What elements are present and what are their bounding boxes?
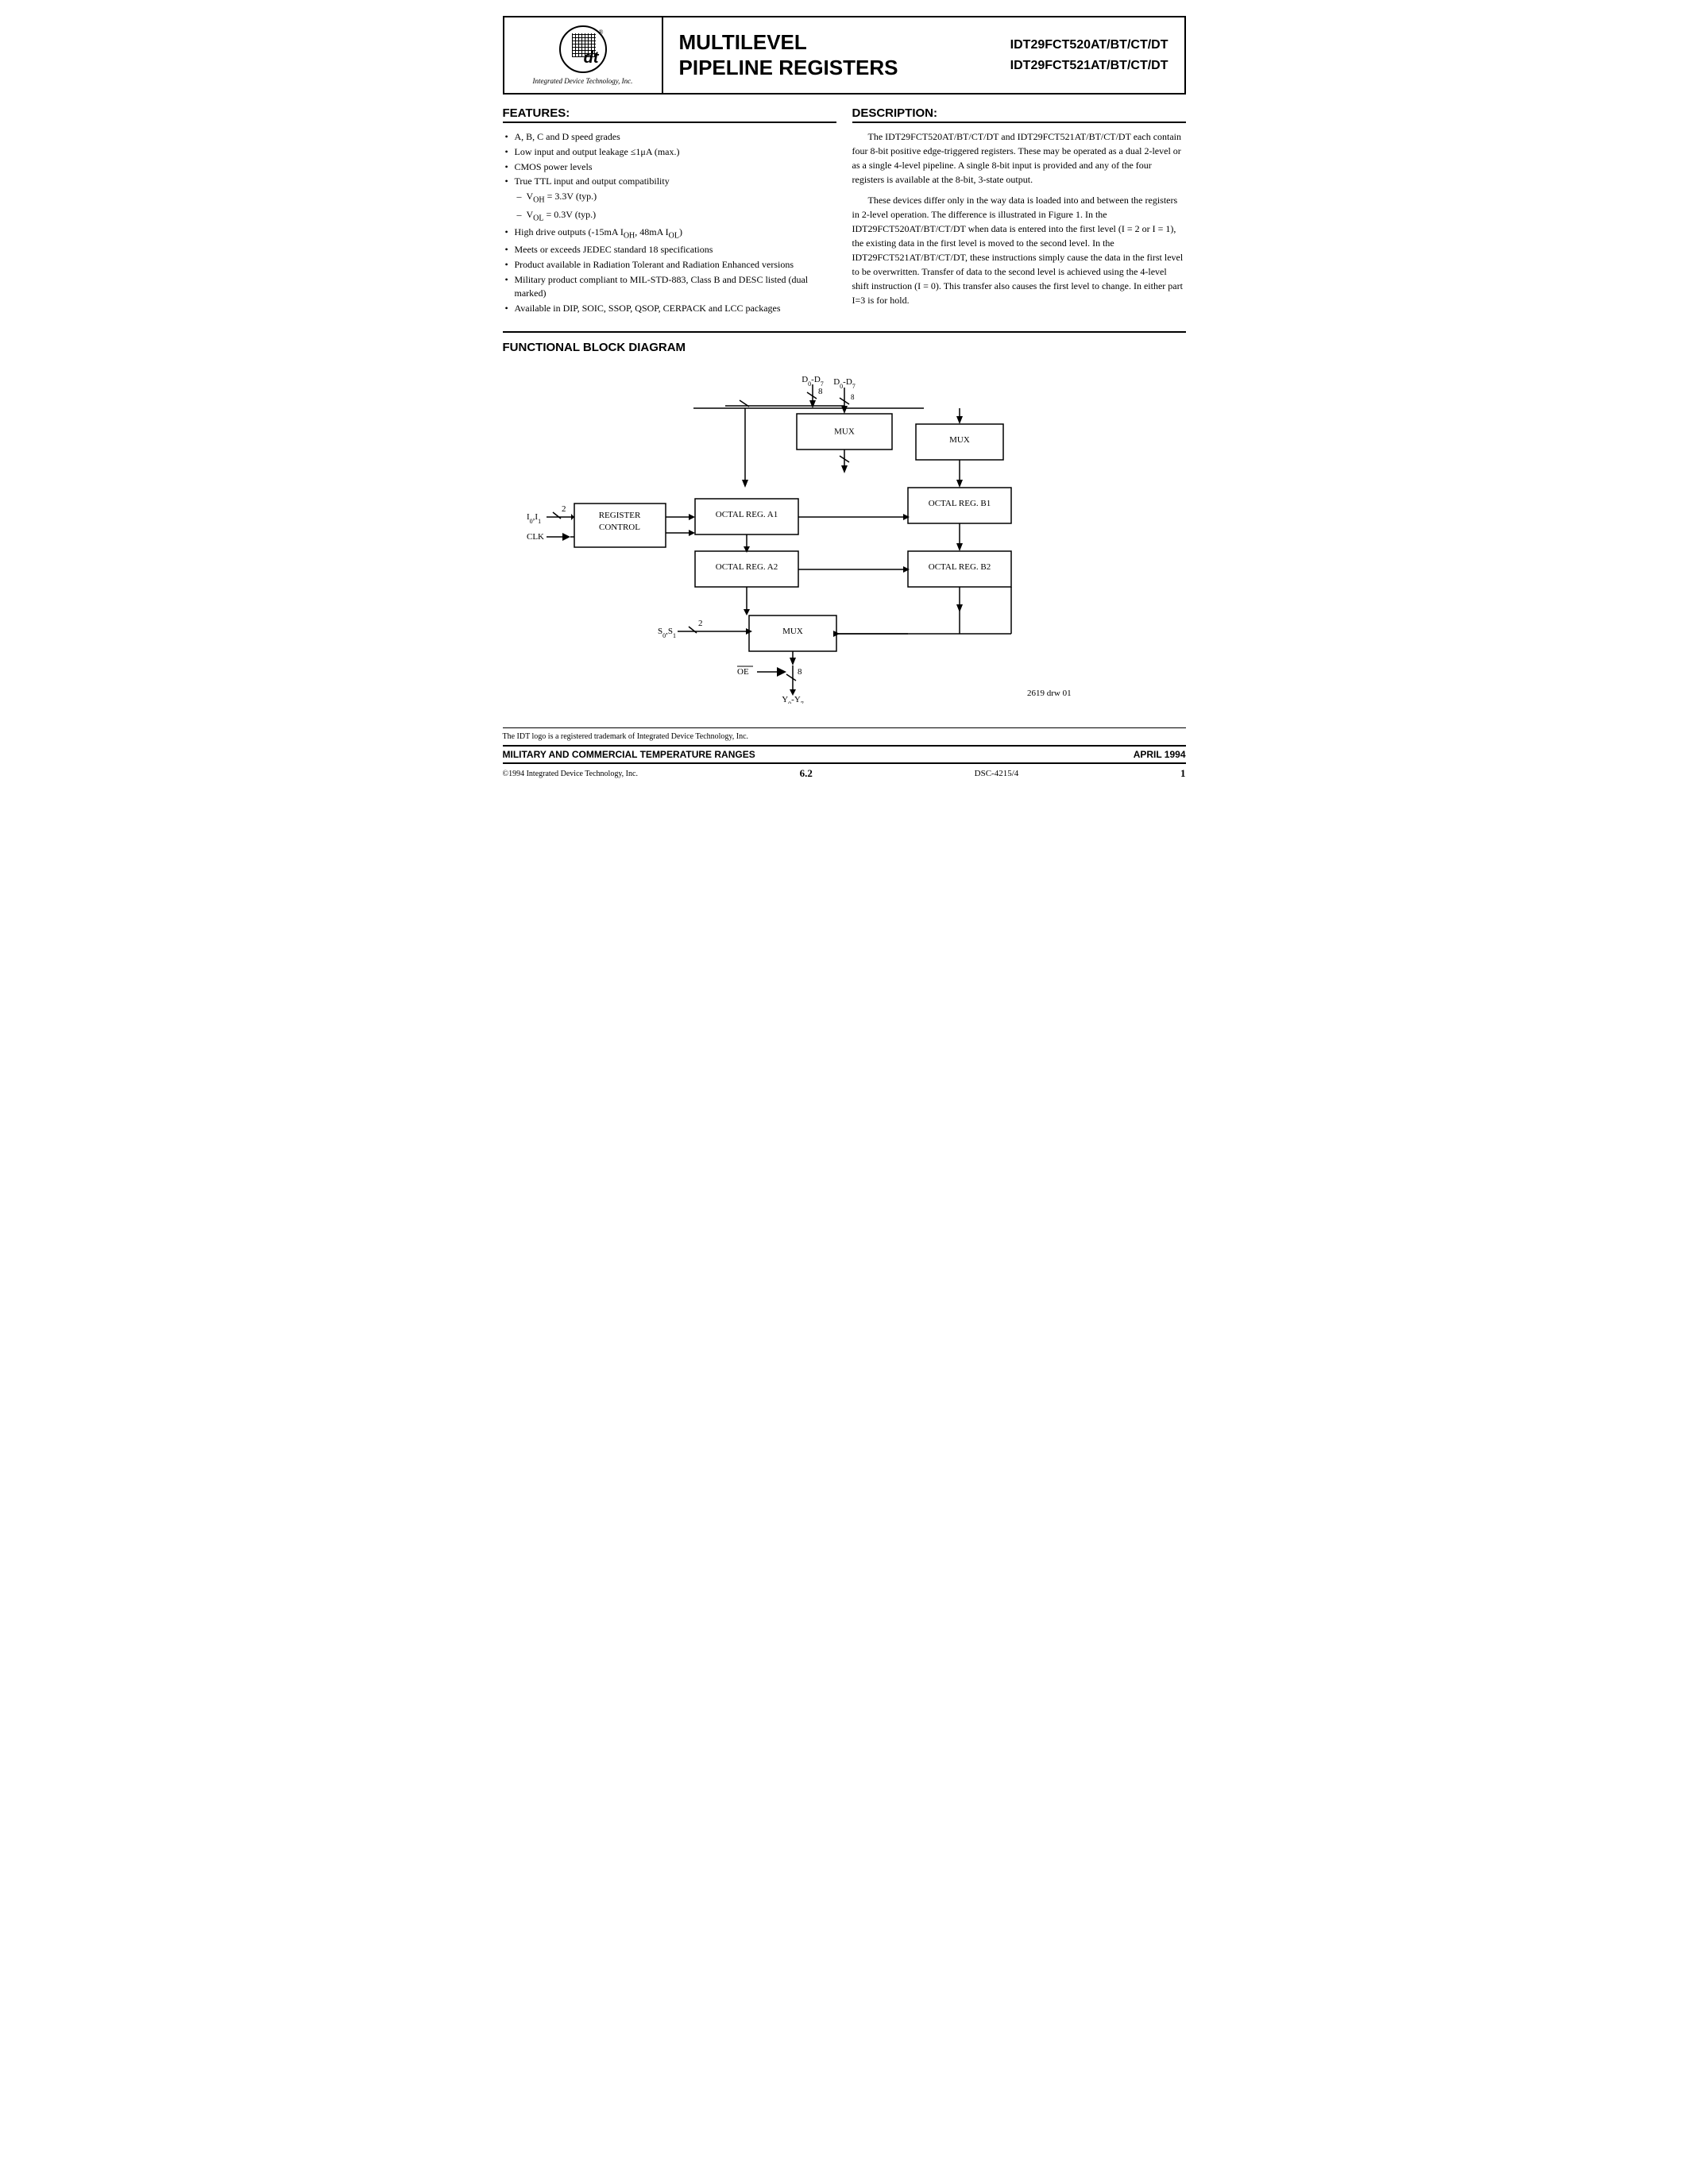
footer-bottom: ©1994 Integrated Device Technology, Inc.… — [503, 767, 1186, 780]
reg-control-label2: CONTROL — [599, 523, 640, 532]
bus-width-8-top: 8 — [851, 393, 855, 401]
list-item: VOL = 0.3V (typ.) — [503, 207, 836, 225]
logo-section: dt ® Integrated Device Technology, Inc. — [504, 17, 663, 93]
reg-control-label1: REGISTER — [598, 511, 640, 520]
y0y7-label: Y0-Y7 — [782, 695, 804, 704]
fbd-title: FUNCTIONAL BLOCK DIAGRAM — [503, 341, 1186, 354]
page-header: dt ® Integrated Device Technology, Inc. … — [503, 16, 1186, 95]
mil-text: MILITARY AND COMMERCIAL TEMPERATURE RANG… — [503, 749, 755, 760]
list-item: Low input and output leakage ≤1μA (max.) — [503, 145, 836, 160]
section-divider — [503, 331, 1186, 333]
logo-company-text: Integrated Device Technology, Inc. — [533, 77, 633, 85]
list-item: True TTL input and output compatibility — [503, 174, 836, 189]
header-title: MULTILEVEL PIPELINE REGISTERS — [663, 17, 995, 93]
page-number: 6.2 — [800, 767, 813, 780]
bus-8-d: 8 — [818, 387, 823, 396]
description-para1: The IDT29FCT520AT/BT/CT/DT and IDT29FCT5… — [852, 129, 1186, 187]
list-item: Available in DIP, SOIC, SSOP, QSOP, CERP… — [503, 301, 836, 316]
description-title: DESCRIPTION: — [852, 106, 1186, 123]
features-description-row: FEATURES: A, B, C and D speed grades Low… — [503, 102, 1186, 319]
bus-2-io: 2 — [562, 504, 566, 514]
diagram-container: text { font-family: 'Times New Roman', T… — [503, 370, 1186, 704]
clk-label: CLK — [527, 532, 544, 542]
footer-top: The IDT logo is a registered trademark o… — [503, 727, 1186, 741]
list-item: Military product compliant to MIL-STD-88… — [503, 272, 836, 301]
trademark-text: The IDT logo is a registered trademark o… — [503, 732, 749, 741]
mux-bottom-label: MUX — [782, 627, 803, 636]
octal-b2-label: OCTAL REG. B2 — [928, 562, 990, 572]
fbd-section: FUNCTIONAL BLOCK DIAGRAM text { font-fam… — [503, 341, 1186, 704]
header-part-numbers: IDT29FCT520AT/BT/CT/DT IDT29FCT521AT/BT/… — [995, 17, 1184, 93]
features-section: FEATURES: A, B, C and D speed grades Low… — [503, 102, 836, 319]
octal-a1-label: OCTAL REG. A1 — [715, 510, 777, 519]
list-item: Meets or exceeds JEDEC standard 18 speci… — [503, 242, 836, 257]
doc-number: DSC-4215/4 — [975, 769, 1019, 778]
description-section: DESCRIPTION: The IDT29FCT520AT/BT/CT/DT … — [852, 102, 1186, 319]
list-item: A, B, C and D speed grades — [503, 129, 836, 145]
mux-top-label: MUX — [834, 427, 855, 437]
io-i1-label: I0,I1 — [527, 512, 541, 525]
oe-label: OE — [737, 667, 749, 677]
features-list: A, B, C and D speed grades Low input and… — [503, 129, 836, 315]
mux-top-label: MUX — [949, 435, 970, 445]
list-item: Product available in Radiation Tolerant … — [503, 257, 836, 272]
block-diagram-svg: text { font-family: 'Times New Roman', T… — [503, 370, 1186, 704]
page-right: 1 — [1180, 767, 1186, 780]
bus-8-y: 8 — [798, 667, 802, 677]
copyright-text: ©1994 Integrated Device Technology, Inc. — [503, 770, 638, 778]
footer-bar: MILITARY AND COMMERCIAL TEMPERATURE RANG… — [503, 745, 1186, 764]
octal-a2-label: OCTAL REG. A2 — [715, 562, 777, 572]
list-item: CMOS power levels — [503, 160, 836, 175]
features-title: FEATURES: — [503, 106, 836, 123]
date-text: APRIL 1994 — [1134, 749, 1186, 760]
idt-logo: dt ® — [551, 25, 615, 73]
description-para2: These devices differ only in the way dat… — [852, 193, 1186, 307]
drw-note: 2619 drw 01 — [1027, 689, 1072, 698]
list-item: VOH = 3.3V (typ.) — [503, 189, 836, 206]
list-item: High drive outputs (-15mA IOH, 48mA IOL) — [503, 225, 836, 242]
s0s1-label: S0,S1 — [658, 627, 676, 639]
bus-2-s: 2 — [698, 619, 703, 628]
octal-b1-label: OCTAL REG. B1 — [928, 499, 990, 508]
